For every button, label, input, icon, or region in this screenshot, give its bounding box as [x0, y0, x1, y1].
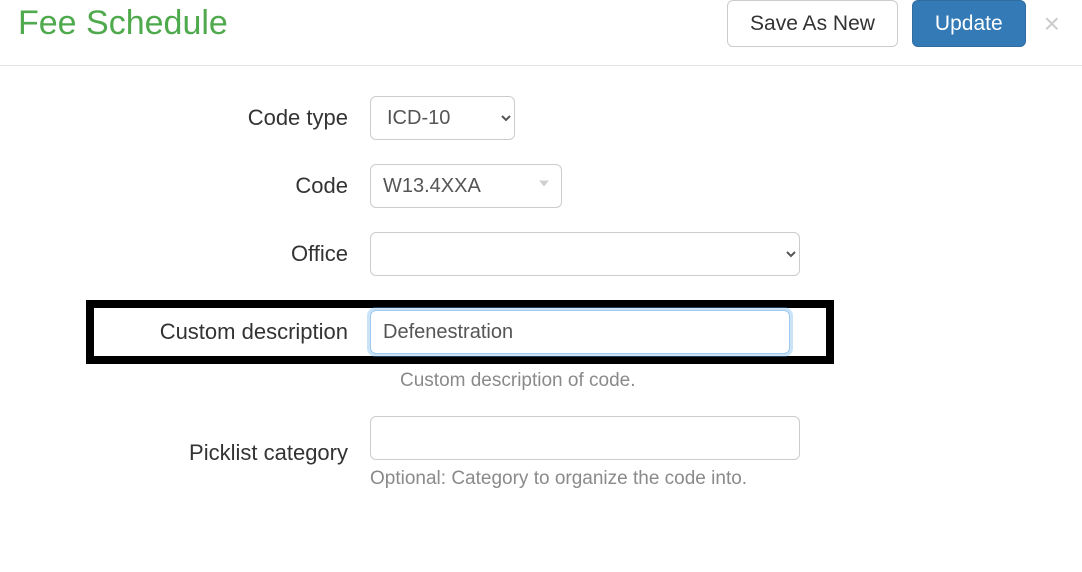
row-picklist-category: Picklist category Optional: Category to … [20, 416, 1062, 490]
office-select[interactable] [370, 232, 800, 276]
custom-description-input[interactable] [370, 310, 790, 354]
form-area: Code type ICD-10 Code Office Cu [0, 66, 1082, 518]
update-button[interactable]: Update [912, 0, 1026, 47]
code-type-select[interactable]: ICD-10 [370, 96, 515, 140]
code-input[interactable] [370, 164, 562, 208]
label-picklist-category: Picklist category [20, 440, 370, 466]
label-office: Office [20, 241, 370, 267]
help-picklist-category: Optional: Category to organize the code … [370, 468, 800, 490]
row-code: Code [20, 164, 1062, 208]
help-custom-description: Custom description of code. [400, 370, 1062, 392]
header-bar: Fee Schedule Save As New Update × [0, 0, 1082, 66]
label-code-type: Code type [20, 105, 370, 131]
page-title: Fee Schedule [18, 4, 228, 43]
header-actions: Save As New Update × [727, 0, 1064, 47]
row-code-type: Code type ICD-10 [20, 96, 1062, 140]
save-as-new-button[interactable]: Save As New [727, 0, 898, 47]
row-office: Office [20, 232, 1062, 276]
picklist-category-input[interactable] [370, 416, 800, 460]
close-icon[interactable]: × [1040, 10, 1064, 38]
code-input-wrap [370, 164, 562, 208]
row-custom-description: Custom description [86, 300, 834, 364]
label-code: Code [20, 173, 370, 199]
label-custom-description: Custom description [94, 319, 370, 345]
